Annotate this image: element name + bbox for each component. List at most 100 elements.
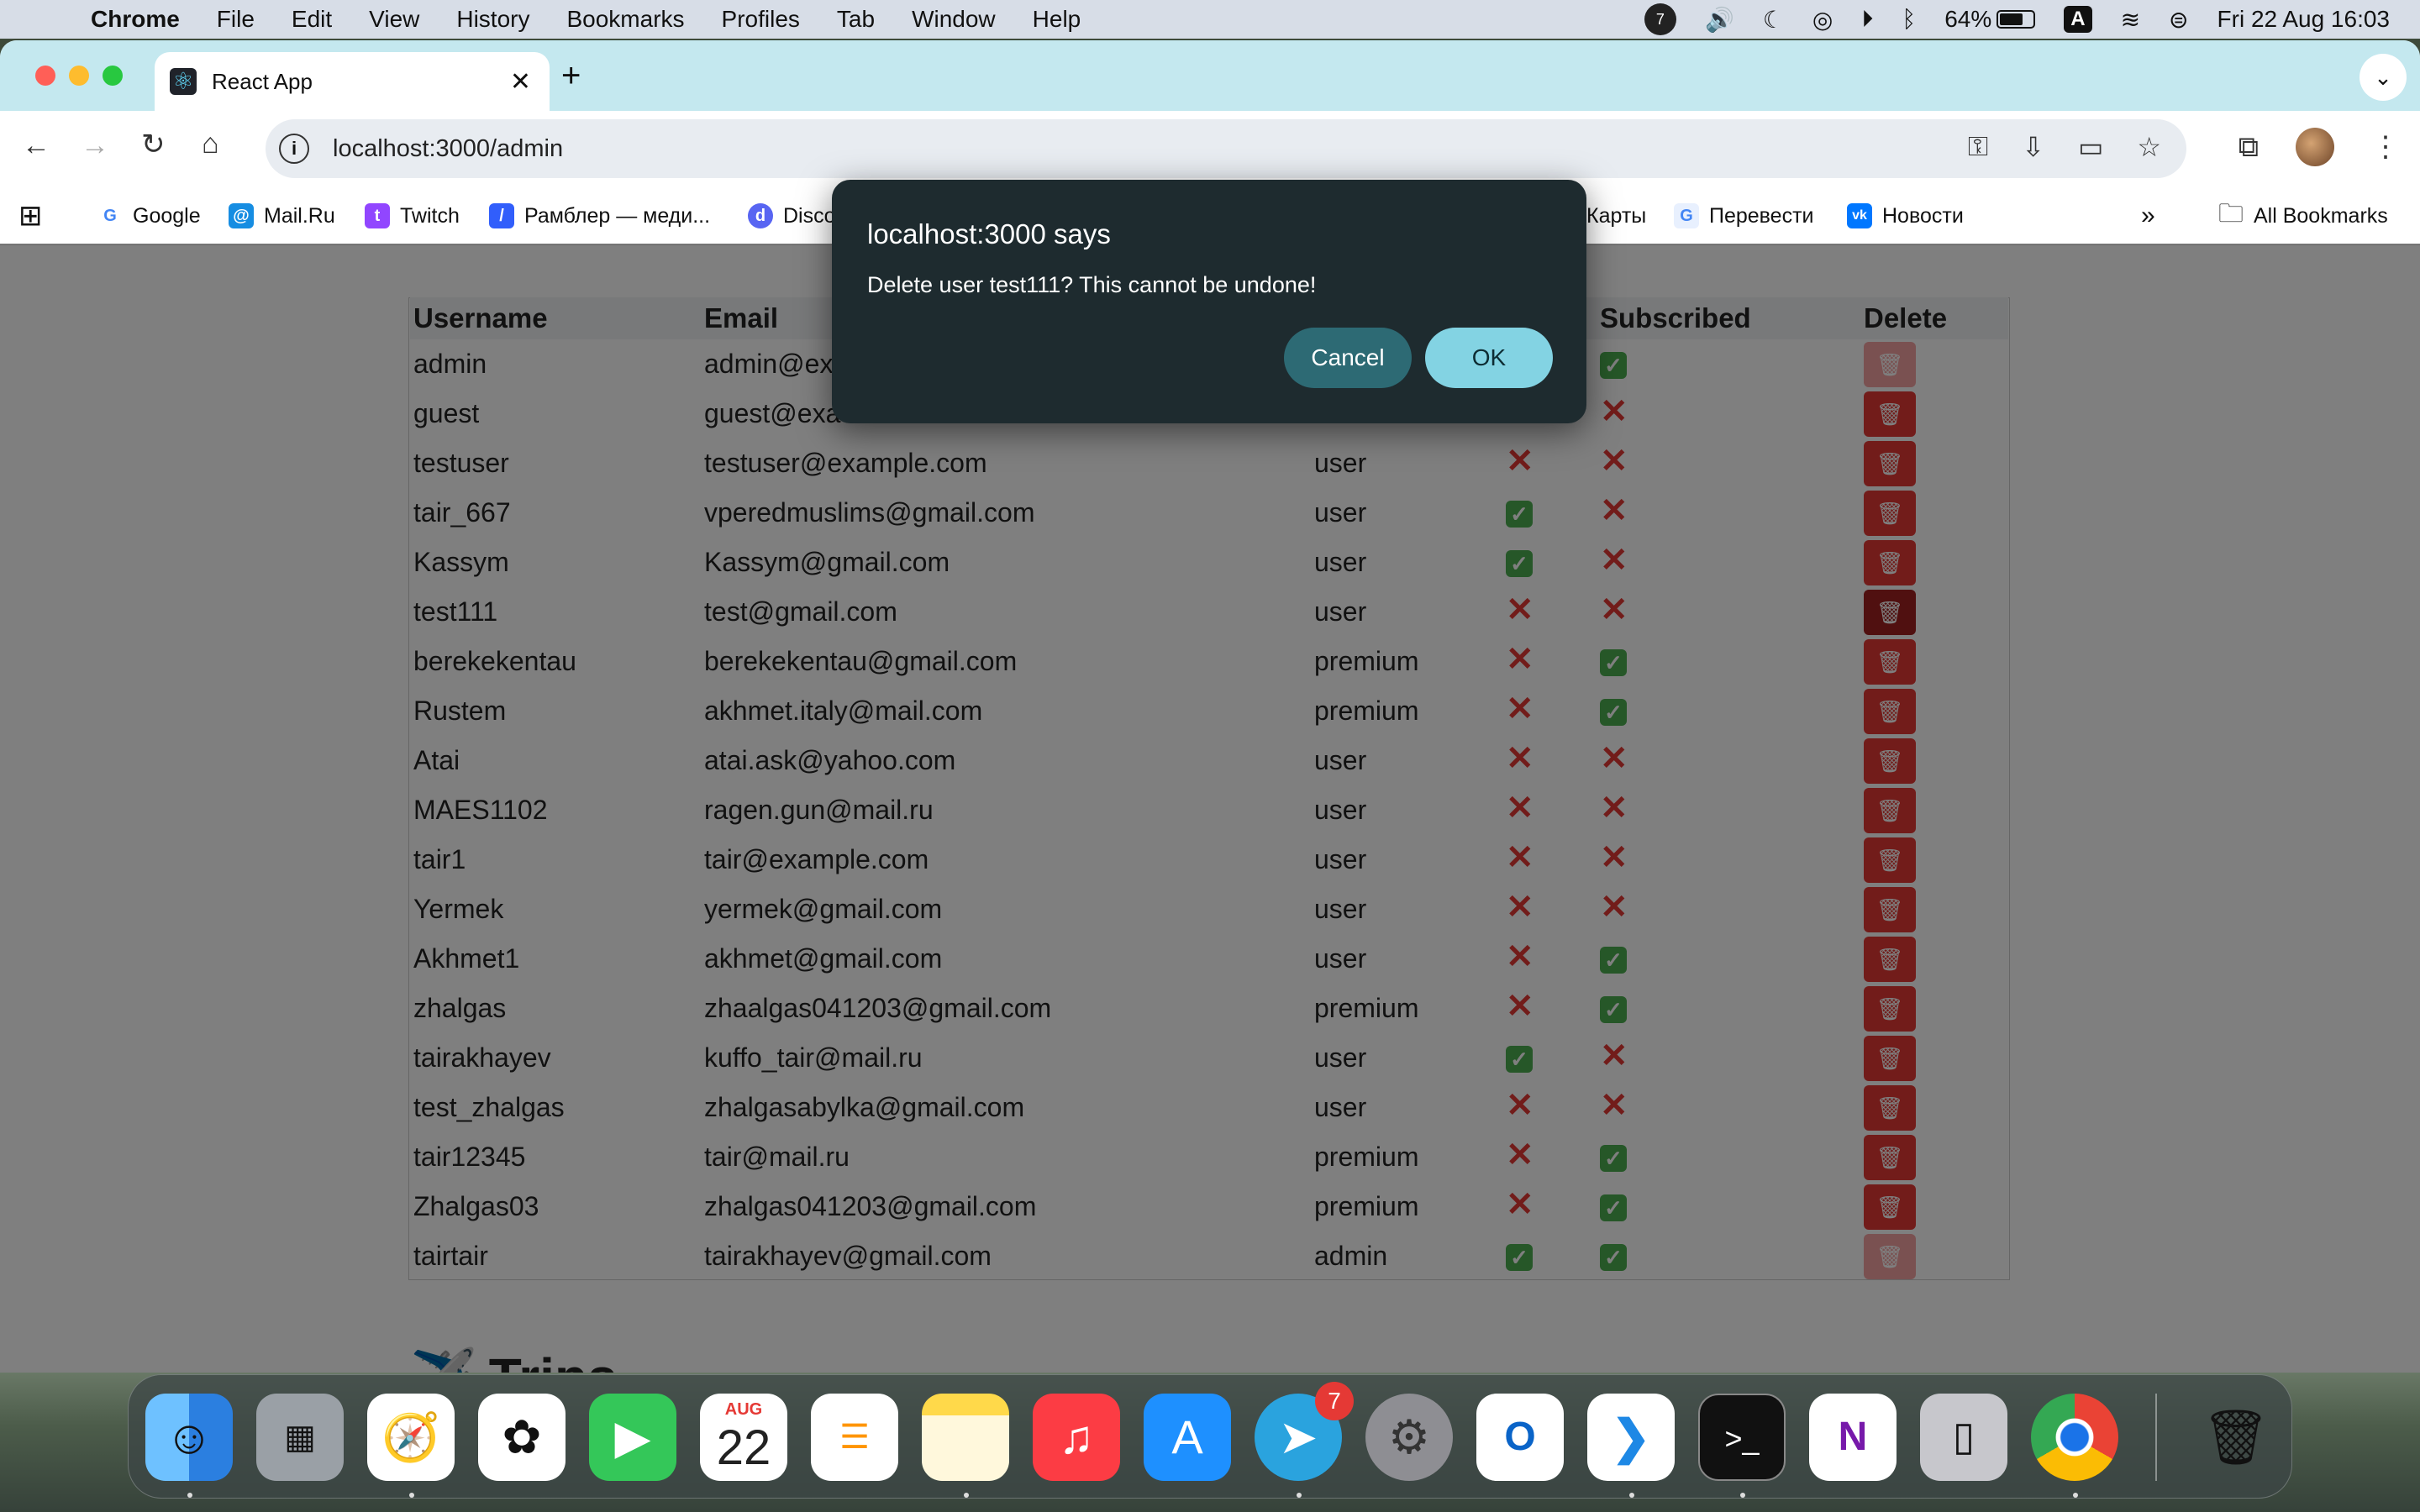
- bookmark-translate[interactable]: G Перевести: [1674, 186, 1814, 245]
- running-indicator: [964, 1493, 969, 1498]
- mailru-icon: @: [229, 203, 254, 228]
- twitch-icon: t: [365, 203, 390, 228]
- ok-button[interactable]: OK: [1425, 328, 1553, 388]
- bookmark-mailru[interactable]: @ Mail.Ru: [229, 186, 335, 245]
- terminal-app-icon[interactable]: >_: [1698, 1394, 1786, 1481]
- cancel-button[interactable]: Cancel: [1284, 328, 1412, 388]
- system-settings-icon[interactable]: ⚙: [1365, 1394, 1453, 1481]
- card-icon[interactable]: ▭: [2078, 131, 2103, 163]
- bookmark-label: Twitch: [400, 203, 460, 228]
- bookmark-rambler[interactable]: / Рамблер — меди...: [489, 186, 710, 245]
- telegram-app-icon[interactable]: ➤ 7: [1255, 1382, 1354, 1481]
- all-bookmarks-label: All Bookmarks: [2254, 203, 2388, 228]
- finder-app-icon[interactable]: ☺: [145, 1394, 233, 1481]
- address-bar[interactable]: i localhost:3000/admin ⚿ ⇩ ▭ ☆: [266, 119, 2186, 178]
- all-bookmarks-folder[interactable]: 🗀 All Bookmarks: [2218, 186, 2388, 245]
- close-window-button[interactable]: [35, 66, 55, 86]
- airdrop-icon[interactable]: ◎: [1812, 6, 1833, 34]
- bookmark-label: Карты: [1586, 203, 1647, 228]
- tab-search-chevron-icon[interactable]: ⌄: [2360, 54, 2407, 101]
- menu-profiles[interactable]: Profiles: [722, 6, 800, 33]
- music-app-icon[interactable]: ♫: [1033, 1394, 1120, 1481]
- rambler-icon: /: [489, 203, 514, 228]
- launchpad-app-icon[interactable]: ▦: [256, 1394, 344, 1481]
- vscode-app-icon[interactable]: ❯: [1587, 1394, 1675, 1481]
- home-icon[interactable]: ⌂: [202, 128, 219, 160]
- control-center-icon[interactable]: ⊜: [2169, 6, 2188, 34]
- notification-count-icon[interactable]: 7: [1644, 3, 1676, 35]
- reminders-app-icon[interactable]: ☰: [811, 1394, 898, 1481]
- folder-icon: 🗀: [2218, 199, 2244, 228]
- menu-file[interactable]: File: [217, 6, 255, 33]
- bookmark-star-icon[interactable]: ☆: [2137, 131, 2161, 163]
- reload-icon[interactable]: ↻: [141, 128, 166, 161]
- battery-status[interactable]: 64%: [1944, 6, 2036, 33]
- menu-window[interactable]: Window: [912, 6, 996, 33]
- bookmark-google[interactable]: G Google: [97, 186, 201, 245]
- bookmark-maps[interactable]: Карты: [1586, 186, 1646, 245]
- url-text[interactable]: localhost:3000/admin: [333, 135, 563, 163]
- volume-icon[interactable]: 🔊: [1705, 6, 1734, 34]
- photos-app-icon[interactable]: ✿: [478, 1394, 566, 1481]
- react-favicon-icon: ⚛: [170, 68, 197, 95]
- bookmark-vk-news[interactable]: vk Новости: [1847, 186, 1964, 245]
- bookmark-label: Disco: [783, 203, 836, 228]
- iphone-mirroring-icon[interactable]: ▯: [1920, 1394, 2007, 1481]
- facetime-app-icon[interactable]: ▶: [589, 1394, 676, 1481]
- tab-title: React App: [212, 68, 313, 94]
- focus-moon-icon[interactable]: ☾: [1763, 6, 1784, 34]
- chrome-app-icon[interactable]: [2031, 1394, 2118, 1481]
- outlook-app-icon[interactable]: O: [1476, 1394, 1564, 1481]
- zoom-window-button[interactable]: [103, 66, 123, 86]
- notes-app-icon[interactable]: [922, 1394, 1009, 1481]
- menu-app-name[interactable]: Chrome: [91, 6, 180, 33]
- dialog-title: localhost:3000 says: [867, 218, 1111, 249]
- tab-react-app[interactable]: ⚛ React App ✕: [155, 52, 550, 111]
- menu-bar: Chrome File Edit View History Bookmarks …: [0, 0, 2420, 39]
- google-icon: G: [97, 203, 123, 228]
- extensions-puzzle-icon[interactable]: ⧉: [2238, 131, 2259, 164]
- calendar-app-icon[interactable]: AUG 22: [700, 1394, 787, 1481]
- status-area: 7 🔊 ☾ ◎ ⏵ ᛒ 64% A ≋ ⊜ Fri 22 Aug 16:03: [1644, 0, 2390, 39]
- translate-icon: G: [1674, 203, 1699, 228]
- profile-avatar[interactable]: [2296, 128, 2334, 166]
- wifi-icon[interactable]: ≋: [2121, 6, 2140, 34]
- discord-icon: d: [748, 203, 773, 228]
- more-bookmarks-chevron-icon[interactable]: »: [2141, 186, 2155, 245]
- menu-tab[interactable]: Tab: [837, 6, 875, 33]
- now-playing-icon[interactable]: ⏵: [1861, 6, 1873, 34]
- clock[interactable]: Fri 22 Aug 16:03: [2217, 6, 2390, 33]
- calendar-month: AUG: [724, 1400, 763, 1419]
- bookmark-twitch[interactable]: t Twitch: [365, 186, 460, 245]
- chrome-menu-icon[interactable]: ⋮: [2371, 130, 2400, 164]
- menu-view[interactable]: View: [369, 6, 419, 33]
- app-store-icon[interactable]: A: [1144, 1394, 1231, 1481]
- running-indicator: [1629, 1493, 1634, 1498]
- site-info-icon[interactable]: i: [279, 134, 309, 164]
- menu-bookmarks[interactable]: Bookmarks: [566, 6, 684, 33]
- battery-icon: [1996, 10, 2036, 29]
- menu-help[interactable]: Help: [1033, 6, 1081, 33]
- dialog-message: Delete user test111? This cannot be undo…: [867, 272, 1317, 297]
- forward-icon[interactable]: →: [81, 129, 109, 162]
- battery-percent: 64%: [1944, 6, 1992, 32]
- minimize-window-button[interactable]: [69, 66, 89, 86]
- vk-icon: vk: [1847, 203, 1872, 228]
- bluetooth-icon[interactable]: ᛒ: [1902, 6, 1916, 33]
- install-app-icon[interactable]: ⇩: [2022, 131, 2044, 163]
- bookmark-discord[interactable]: d Disco: [748, 186, 836, 245]
- safari-app-icon[interactable]: 🧭: [367, 1394, 455, 1481]
- trash-icon[interactable]: 🗑: [2192, 1394, 2280, 1481]
- input-source-icon[interactable]: A: [2064, 6, 2092, 33]
- running-indicator: [409, 1493, 414, 1498]
- new-tab-icon[interactable]: +: [561, 57, 581, 95]
- menu-history[interactable]: History: [456, 6, 529, 33]
- bookmark-label: Google: [133, 203, 201, 228]
- tab-strip: ⚛ React App ✕ + ⌄: [0, 40, 2420, 111]
- password-key-icon[interactable]: ⚿: [1968, 131, 1988, 163]
- close-tab-icon[interactable]: ✕: [510, 67, 531, 97]
- menu-edit[interactable]: Edit: [292, 6, 332, 33]
- onenote-app-icon[interactable]: N: [1809, 1394, 1897, 1481]
- back-icon[interactable]: ←: [22, 129, 50, 162]
- apps-grid-icon[interactable]: ⊞: [18, 186, 43, 245]
